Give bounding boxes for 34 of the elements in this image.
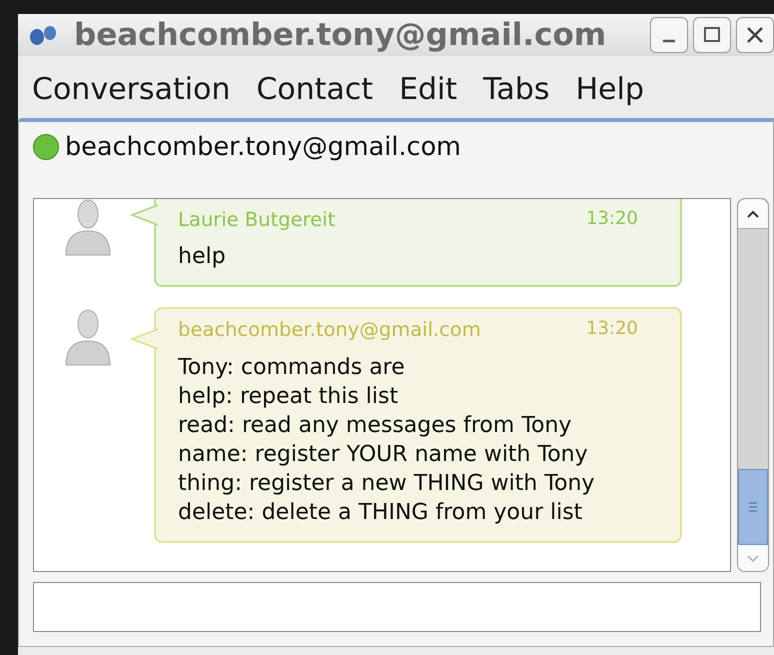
menu-item[interactable]: Help (576, 62, 644, 118)
message-text: Tony: commands are (178, 354, 406, 382)
contact-name: beachcomber.tony@gmail.com (65, 130, 462, 164)
scroll-down-button[interactable] (738, 545, 768, 571)
app-icon (28, 23, 58, 47)
close-button[interactable] (736, 17, 774, 53)
message-text: help: repeat this list (178, 382, 400, 410)
sender-name: Laurie Butgereit (178, 207, 336, 233)
message-input[interactable] (33, 582, 761, 632)
minimize-icon (663, 40, 675, 42)
maximize-button[interactable] (693, 17, 731, 53)
message-text: help (178, 243, 227, 272)
person-icon (64, 199, 112, 257)
caret-up-icon (747, 210, 759, 218)
menu-item[interactable]: Conversation (32, 62, 230, 118)
person-icon (64, 307, 112, 368)
menu-item[interactable]: Contact (256, 62, 374, 118)
message-text: read: read any messages from Tony (178, 412, 573, 440)
message-time: 13:20 (586, 317, 638, 342)
message-text: name: register YOUR name with Tony (178, 440, 589, 468)
maximize-icon (704, 27, 720, 42)
scroll-thumb[interactable] (738, 469, 768, 545)
message-time: 13:20 (586, 207, 638, 231)
sender-name: beachcomber.tony@gmail.com (178, 317, 481, 344)
menu-item[interactable]: Edit (399, 62, 458, 118)
menu-item[interactable]: Tabs (483, 62, 550, 118)
caret-down-icon (747, 555, 759, 562)
minimize-button[interactable] (650, 17, 688, 53)
message-text: delete: delete a THING from your list (178, 498, 584, 526)
scroll-up-button[interactable] (738, 199, 768, 229)
window-title: beachcomber.tony@gmail.com (74, 16, 608, 55)
message-text: thing: register a new THING with Tony (178, 470, 596, 498)
close-icon (746, 26, 764, 44)
grip-icon (748, 502, 758, 512)
